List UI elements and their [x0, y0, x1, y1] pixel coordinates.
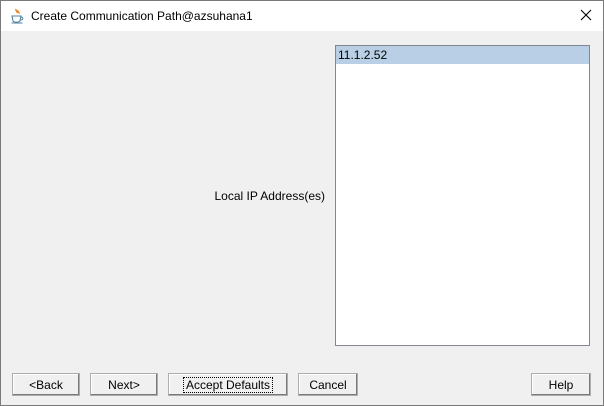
next-button[interactable]: Next>: [90, 373, 158, 396]
back-button[interactable]: <Back: [12, 373, 80, 396]
accept-defaults-label: Accept Defaults: [182, 376, 274, 393]
cancel-button[interactable]: Cancel: [298, 373, 358, 396]
cancel-button-label: Cancel: [309, 377, 347, 392]
next-button-label: Next>: [108, 377, 140, 392]
window-title: Create Communication Path@azsuhana1: [31, 9, 253, 23]
back-button-label: <Back: [29, 377, 63, 392]
accept-defaults-button[interactable]: Accept Defaults: [168, 373, 288, 396]
help-button[interactable]: Help: [531, 373, 591, 396]
title-bar: Create Communication Path@azsuhana1: [1, 1, 603, 31]
list-item-ip-selected[interactable]: 11.1.2.52: [336, 46, 589, 64]
dialog-content: Local IP Address(es) 11.1.2.52 <Back Nex…: [1, 31, 603, 405]
java-cup-icon: [9, 8, 25, 24]
local-ip-label: Local IP Address(es): [214, 189, 325, 203]
local-ip-list[interactable]: 11.1.2.52: [335, 45, 590, 346]
help-button-label: Help: [548, 377, 574, 392]
close-icon: [580, 9, 592, 24]
dialog-window: Create Communication Path@azsuhana1 Loca…: [0, 0, 604, 406]
close-button[interactable]: [569, 1, 603, 31]
